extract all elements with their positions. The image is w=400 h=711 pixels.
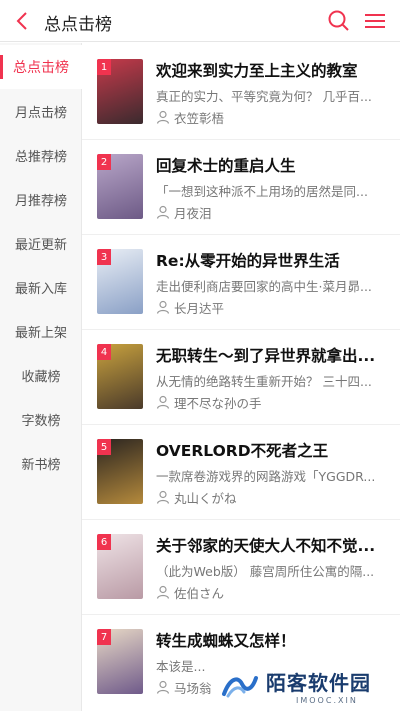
rank-badge: 1 [97,59,111,75]
rank-badge: 2 [97,154,111,170]
book-title[interactable]: 欢迎来到实力至上主义的教室 [156,59,392,81]
author-name: 长月达平 [174,300,225,316]
book-description: 从无情的绝路转生重新开始？ 三十四... [156,374,372,389]
person-icon [156,395,170,409]
sidebar-item-total-recommend[interactable]: 总推荐榜 [0,133,82,177]
book-description: （此为Web版） 藤宫周所住公寓的隔... [156,564,375,579]
watermark-subtitle: IMOOC.XIN [296,696,358,705]
book-cover[interactable]: 7 [97,629,143,694]
rank-badge: 6 [97,534,111,550]
watermark: 陌客软件园 IMOOC.XIN [220,664,396,708]
top-bar: 总点击榜 [0,0,400,42]
author-row: 衣笠彰梧 [156,108,224,126]
watermark-logo-icon [222,676,258,698]
author-row: 理不尽な孙の手 [156,393,262,411]
book-cover[interactable]: 3 [97,249,143,314]
sidebar-item-word-count[interactable]: 字数榜 [0,397,82,441]
book-title[interactable]: 无职转生～到了异世界就拿出... [156,344,392,366]
sidebar-item-recent-update[interactable]: 最近更新 [0,221,82,265]
author-name: 衣笠彰梧 [174,110,225,126]
author-name: 佐伯さん [174,585,225,601]
page-title: 总点击榜 [44,15,112,35]
book-title[interactable]: 回复术士的重启人生 [156,154,392,176]
author-row: 马场翁 [156,678,212,696]
author-row: 月夜泪 [156,203,212,221]
book-description: 一款席卷游戏界的网路游戏「YGGDR... [156,469,376,484]
book-description: 真正的实力、平等究竟为何？ 几乎百... [156,89,372,104]
rank-badge: 3 [97,249,111,265]
book-description: 「一想到这种派不上用场的居然是同... [156,184,368,199]
book-list-item[interactable]: 6 关于邻家的天使大人不知不觉... （此为Web版） 藤宫周所住公寓的隔...… [82,520,400,615]
book-cover[interactable]: 1 [97,59,143,124]
book-description: 走出便利商店要回家的高中生·菜月昴... [156,279,372,294]
person-icon [156,300,170,314]
author-name: 马场翁 [174,680,212,696]
rank-badge: 5 [97,439,111,455]
search-icon [328,10,349,31]
person-icon [156,680,170,694]
author-row: 丸山くがね [156,488,237,506]
book-list-item[interactable]: 5 OVERLORD不死者之王 一款席卷游戏界的网路游戏「YGGDR... 丸山… [82,425,400,520]
book-title[interactable]: 关于邻家的天使大人不知不觉... [156,534,392,556]
book-list-item[interactable]: 1 欢迎来到实力至上主义的教室 真正的实力、平等究竟为何？ 几乎百... 衣笠彰… [82,45,400,140]
back-button[interactable] [8,7,36,35]
book-cover[interactable]: 4 [97,344,143,409]
ranking-sidebar: 总点击榜 月点击榜 总推荐榜 月推荐榜 最近更新 最新入库 最新上架 收藏榜 字… [0,43,82,711]
author-row: 佐伯さん [156,583,224,601]
hamburger-menu-icon [365,14,385,28]
book-list-item[interactable]: 2 回复术士的重启人生 「一想到这种派不上用场的居然是同... 月夜泪 [82,140,400,235]
rank-badge: 4 [97,344,111,360]
sidebar-item-monthly-clicks[interactable]: 月点击榜 [0,89,82,133]
book-title[interactable]: OVERLORD不死者之王 [156,439,392,461]
menu-button[interactable] [362,8,388,34]
book-cover[interactable]: 6 [97,534,143,599]
person-icon [156,110,170,124]
sidebar-item-total-clicks[interactable]: 总点击榜 [0,45,82,89]
person-icon [156,585,170,599]
person-icon [156,205,170,219]
person-icon [156,490,170,504]
book-title[interactable]: Re:从零开始的异世界生活 [156,249,392,271]
sidebar-item-monthly-recommend[interactable]: 月推荐榜 [0,177,82,221]
author-row: 长月达平 [156,298,224,316]
author-name: 月夜泪 [174,205,212,221]
author-name: 理不尽な孙の手 [174,395,262,411]
book-list-item[interactable]: 3 Re:从零开始的异世界生活 走出便利商店要回家的高中生·菜月昴... 长月达… [82,235,400,330]
book-list-item[interactable]: 4 无职转生～到了异世界就拿出... 从无情的绝路转生重新开始？ 三十四... … [82,330,400,425]
book-cover[interactable]: 5 [97,439,143,504]
sidebar-item-new-books[interactable]: 新书榜 [0,441,82,485]
sidebar-item-new-stored[interactable]: 最新入库 [0,265,82,309]
rank-badge: 7 [97,629,111,645]
watermark-name: 陌客软件园 [266,671,371,695]
chevron-left-icon [16,12,27,30]
search-button[interactable] [326,8,352,34]
author-name: 丸山くがね [174,490,237,506]
book-title[interactable]: 转生成蜘蛛又怎样！ [156,629,392,651]
sidebar-item-favorites[interactable]: 收藏榜 [0,353,82,397]
book-cover[interactable]: 2 [97,154,143,219]
sidebar-item-new-listed[interactable]: 最新上架 [0,309,82,353]
